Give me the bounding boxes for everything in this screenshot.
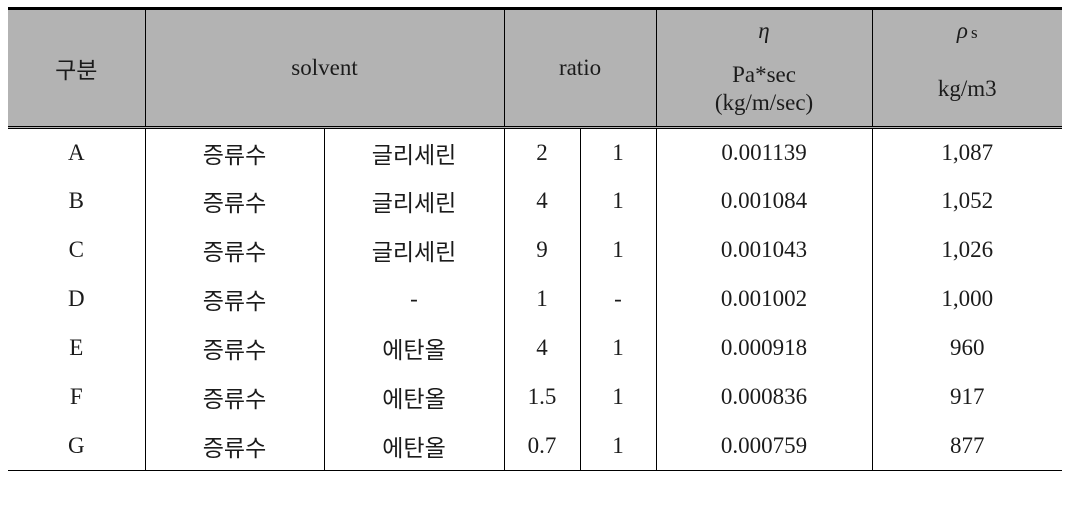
cell-rho: 877 [871, 421, 1063, 471]
header-gubun: 구분 [8, 7, 146, 128]
header-eta-symbol: η [655, 7, 873, 52]
cell-ratio-1: 4 [503, 176, 581, 226]
cell-solvent-2: 글리세린 [323, 126, 505, 177]
cell-eta: 0.000759 [655, 421, 873, 471]
cell-ratio-1: 4 [503, 323, 581, 373]
eta-glyph: η [758, 18, 770, 43]
cell-ratio-2: 1 [579, 176, 657, 226]
cell-solvent-2: 에탄올 [323, 421, 505, 471]
cell-ratio-2: - [579, 274, 657, 324]
header-rho-unit: kg/m3 [871, 52, 1063, 128]
table-container: 구분 solvent ratio η ρs Pa*sec (kg/m/sec) … [8, 7, 1063, 471]
cell-solvent-1: 증류수 [144, 372, 325, 422]
header-row-top: 구분 solvent ratio η ρs [8, 7, 1063, 128]
cell-solvent-2: 글리세린 [323, 225, 505, 275]
table-row: E 증류수 에탄올 4 1 0.000918 960 [8, 323, 1063, 373]
cell-rho: 917 [871, 372, 1063, 422]
eta-unit-line-2: (kg/m/sec) [714, 90, 814, 115]
cell-gubun: G [8, 421, 146, 471]
rho-glyph: ρ [956, 18, 968, 43]
cell-gubun: C [8, 225, 146, 275]
cell-solvent-1: 증류수 [144, 421, 325, 471]
cell-ratio-2: 1 [579, 225, 657, 275]
cell-eta: 0.000918 [655, 323, 873, 373]
cell-rho: 960 [871, 323, 1063, 373]
cell-rho: 1,087 [871, 126, 1063, 177]
cell-gubun: B [8, 176, 146, 226]
cell-ratio-1: 9 [503, 225, 581, 275]
cell-ratio-2: 1 [579, 126, 657, 177]
cell-solvent-1: 증류수 [144, 126, 325, 177]
cell-ratio-2: 1 [579, 421, 657, 471]
cell-eta: 0.001043 [655, 225, 873, 275]
header-solvent: solvent [144, 7, 505, 128]
cell-ratio-1: 1.5 [503, 372, 581, 422]
cell-solvent-2: 에탄올 [323, 372, 505, 422]
cell-ratio-1: 0.7 [503, 421, 581, 471]
header-eta-unit: Pa*sec (kg/m/sec) [656, 52, 873, 128]
cell-rho: 1,000 [871, 274, 1063, 324]
cell-gubun: E [8, 323, 146, 373]
table-row: G 증류수 에탄올 0.7 1 0.000759 877 [8, 421, 1063, 471]
cell-gubun: A [8, 126, 146, 177]
table-row: A 증류수 글리세린 2 1 0.001139 1,087 [8, 126, 1063, 177]
cell-eta: 0.001002 [655, 274, 873, 324]
table-row: B 증류수 글리세린 4 1 0.001084 1,052 [8, 176, 1063, 226]
cell-eta: 0.001084 [655, 176, 873, 226]
cell-ratio-1: 2 [503, 126, 581, 177]
table-body: A 증류수 글리세린 2 1 0.001139 1,087 B 증류수 글리세린… [8, 126, 1063, 471]
cell-solvent-2: - [323, 274, 505, 324]
cell-eta: 0.001139 [655, 126, 873, 177]
table-row: C 증류수 글리세린 9 1 0.001043 1,026 [8, 225, 1063, 275]
cell-solvent-1: 증류수 [144, 274, 325, 324]
properties-table: 구분 solvent ratio η ρs Pa*sec (kg/m/sec) … [8, 7, 1063, 471]
cell-rho: 1,026 [871, 225, 1063, 275]
cell-solvent-1: 증류수 [144, 225, 325, 275]
cell-ratio-2: 1 [579, 323, 657, 373]
eta-unit-line-1: Pa*sec [732, 61, 796, 87]
table-row: D 증류수 - 1 - 0.001002 1,000 [8, 274, 1063, 324]
cell-rho: 1,052 [871, 176, 1063, 226]
rho-subscript: s [970, 23, 978, 42]
header-rho-symbol: ρs [871, 7, 1063, 52]
cell-ratio-2: 1 [579, 372, 657, 422]
cell-ratio-1: 1 [503, 274, 581, 324]
cell-gubun: D [8, 274, 146, 324]
header-ratio: ratio [503, 7, 657, 128]
cell-solvent-1: 증류수 [144, 323, 325, 373]
table-row: F 증류수 에탄올 1.5 1 0.000836 917 [8, 372, 1063, 422]
cell-solvent-1: 증류수 [144, 176, 325, 226]
cell-gubun: F [8, 372, 146, 422]
cell-solvent-2: 글리세린 [323, 176, 505, 226]
table-header: 구분 solvent ratio η ρs Pa*sec (kg/m/sec) … [8, 7, 1063, 128]
cell-solvent-2: 에탄올 [323, 323, 505, 373]
cell-eta: 0.000836 [655, 372, 873, 422]
